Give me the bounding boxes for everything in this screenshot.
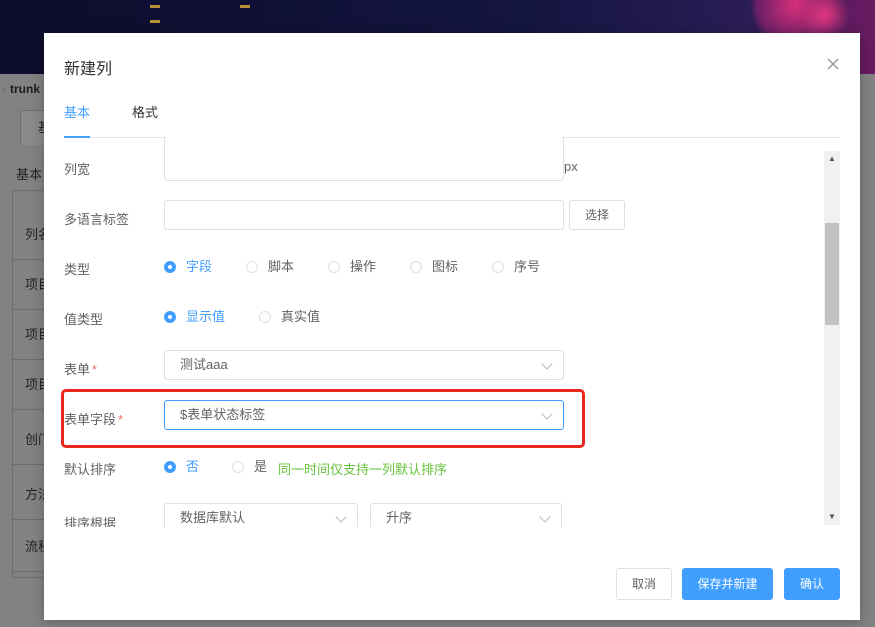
radio-label: 否 — [186, 459, 200, 474]
tab-format[interactable]: 格式 — [132, 103, 158, 137]
default-sort-radio-yes[interactable]: 是 — [232, 457, 267, 477]
radio-icon — [259, 311, 271, 323]
default-sort-hint: 同一时间仅支持一列默认排序 — [278, 462, 448, 477]
confirm-button[interactable]: 确认 — [784, 568, 840, 600]
column-width-input[interactable] — [164, 137, 564, 181]
chevron-down-icon — [541, 358, 553, 370]
form-field-select-value: $表单状态标签 — [180, 407, 266, 422]
background-row: 方法 — [12, 470, 48, 520]
form-select[interactable]: 测试aaa — [164, 350, 564, 380]
radio-icon — [492, 261, 504, 273]
type-radio-action[interactable]: 操作 — [328, 257, 376, 277]
chevron-down-icon — [541, 408, 553, 420]
radio-label: 序号 — [514, 259, 541, 274]
background-row: 创门 — [12, 415, 48, 465]
breadcrumb: › trunk — [0, 78, 40, 100]
form-scrollbar[interactable]: ▲ ▼ — [824, 151, 840, 525]
sort-basis-select[interactable]: 数据库默认 — [164, 503, 358, 527]
required-mark: * — [92, 362, 98, 377]
radio-label: 操作 — [350, 259, 377, 274]
default-sort-radio-no[interactable]: 否 — [164, 457, 199, 477]
scrollbar-thumb[interactable] — [825, 223, 839, 325]
radio-checked-icon — [164, 311, 176, 323]
type-radio-icon[interactable]: 图标 — [410, 257, 458, 277]
radio-icon — [410, 261, 422, 273]
radio-icon — [328, 261, 340, 273]
radio-checked-icon — [164, 461, 176, 473]
radio-icon — [232, 461, 244, 473]
radio-label: 图标 — [432, 259, 459, 274]
radio-label: 脚本 — [268, 259, 295, 274]
column-width-suffix: px — [564, 159, 578, 174]
sort-order-value: 升序 — [386, 510, 413, 525]
header-decoration — [150, 0, 370, 23]
radio-label: 显示值 — [186, 309, 226, 324]
i18n-label-input[interactable] — [164, 200, 564, 230]
form-label: 表单 * — [64, 359, 97, 378]
radio-label: 字段 — [186, 259, 213, 274]
chevron-right-icon: › — [2, 82, 6, 96]
background-row: 项目 — [12, 260, 48, 310]
radio-label: 真实值 — [281, 309, 321, 324]
tab-basic[interactable]: 基本 — [64, 103, 91, 138]
sort-basis-value: 数据库默认 — [180, 510, 246, 525]
type-label: 类型 — [64, 262, 91, 277]
save-and-new-button[interactable]: 保存并新建 — [682, 568, 773, 600]
close-icon[interactable] — [826, 57, 840, 71]
background-row: 流程 — [12, 522, 48, 572]
form-select-value: 测试aaa — [180, 357, 228, 372]
required-mark: * — [118, 412, 124, 427]
background-row: 项目 — [12, 310, 48, 360]
scroll-up-icon[interactable]: ▲ — [828, 155, 836, 163]
form-scroll-area[interactable]: 列宽 px 多语言标签 选择 类型 字段 脚本 操作 图标 序号 值类型 显示值… — [44, 137, 840, 527]
radio-label: 是 — [254, 459, 268, 474]
form-field-label-text: 表单字段 — [64, 412, 117, 427]
scroll-down-icon[interactable]: ▼ — [828, 513, 836, 521]
new-column-dialog: 新建列 基本 格式 列宽 px 多语言标签 选择 类型 字段 脚本 操作 图标 … — [44, 33, 860, 620]
background-section-label: 基本 — [16, 167, 43, 182]
value-type-label: 值类型 — [64, 312, 104, 327]
dialog-tabs: 基本 格式 — [64, 103, 840, 138]
sort-order-select[interactable]: 升序 — [370, 503, 562, 527]
form-label-text: 表单 — [64, 362, 91, 377]
type-radio-script[interactable]: 脚本 — [246, 257, 294, 277]
type-radio-index[interactable]: 序号 — [492, 257, 540, 277]
background-row: 列名 — [12, 210, 48, 260]
breadcrumb-item[interactable]: trunk — [10, 82, 40, 96]
i18n-label-label: 多语言标签 — [64, 212, 130, 227]
chevron-down-icon — [335, 511, 347, 523]
form-field-select[interactable]: $表单状态标签 — [164, 400, 564, 430]
chevron-down-icon — [539, 511, 551, 523]
column-width-label: 列宽 — [64, 162, 91, 177]
cancel-button[interactable]: 取消 — [616, 568, 672, 600]
background-row: 项目 — [12, 360, 48, 410]
form-field-label: 表单字段 * — [64, 409, 123, 428]
dialog-title: 新建列 — [64, 61, 113, 78]
sort-basis-label: 排序根据 — [64, 516, 117, 527]
type-radio-field[interactable]: 字段 — [164, 257, 212, 277]
radio-icon — [246, 261, 258, 273]
radio-checked-icon — [164, 261, 176, 273]
value-type-radio-display[interactable]: 显示值 — [164, 307, 225, 327]
default-sort-label: 默认排序 — [64, 462, 117, 477]
value-type-radio-real[interactable]: 真实值 — [259, 307, 320, 327]
select-button[interactable]: 选择 — [569, 200, 625, 230]
